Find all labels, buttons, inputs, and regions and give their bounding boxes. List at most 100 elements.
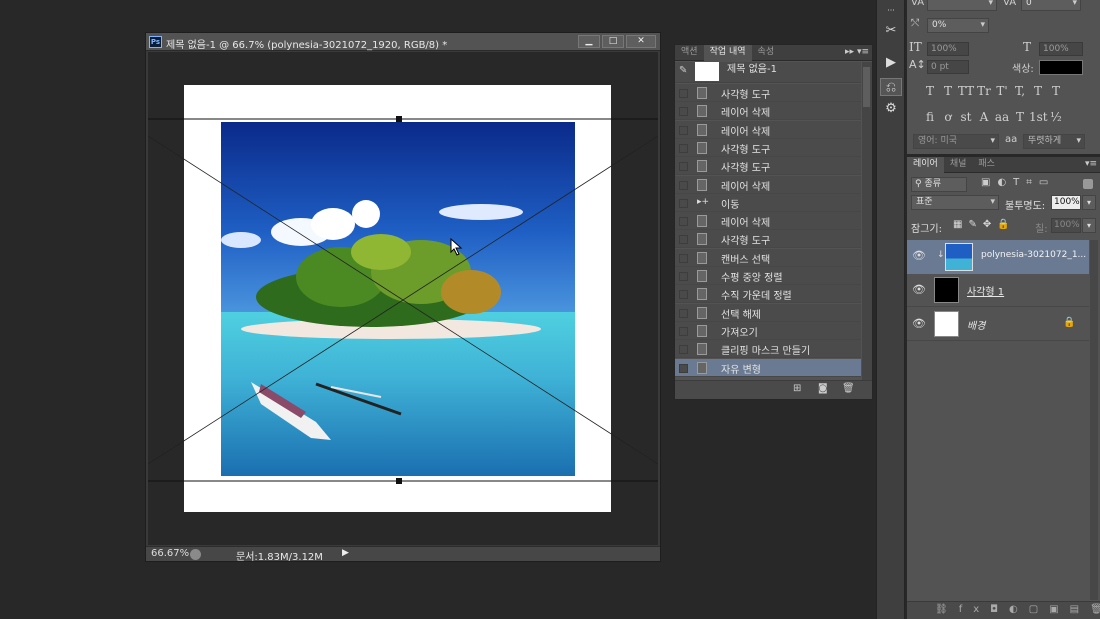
history-item[interactable]: 사각형 도구 [675, 157, 861, 176]
opacity-field[interactable]: 100% [1051, 195, 1081, 210]
history-item[interactable]: 레이어 삭제 [675, 212, 861, 231]
history-item[interactable]: ▸+ 이동 [675, 193, 861, 212]
scale-dropdown[interactable]: 0% [927, 18, 989, 33]
text-style-button[interactable]: Tr [975, 84, 993, 98]
canvas-area[interactable] [148, 52, 658, 545]
tab-paths[interactable]: 패스 [972, 157, 1001, 173]
text-style-button[interactable]: T [1029, 84, 1047, 98]
antialias-dropdown[interactable]: 뚜렷하게 [1023, 134, 1085, 149]
history-checkbox[interactable] [679, 326, 688, 336]
opentype-button[interactable]: aa [993, 110, 1011, 124]
visibility-eye-icon[interactable]: 👁 [912, 317, 926, 331]
history-item[interactable]: 사각형 도구 [675, 230, 861, 249]
properties-icon[interactable]: ⚙ [880, 100, 902, 118]
history-checkbox[interactable] [679, 89, 688, 98]
tab-history[interactable]: 작업 내역 [703, 45, 752, 61]
history-checkbox[interactable] [679, 180, 688, 190]
layer-name[interactable]: polynesia-3021072_1... [981, 250, 1086, 260]
layers-scrollbar[interactable] [1090, 240, 1098, 600]
filter-icons[interactable]: ▣◐T⌗▭ [981, 177, 1055, 188]
opentype-buttons[interactable]: fi ơ st Aaa T 1st ½ [921, 110, 1091, 126]
tab-properties[interactable]: 속성 [752, 45, 781, 61]
layers-panel[interactable]: 레이어채널패스 ▾≡ ⚲ 종류 ▣◐T⌗▭ 표준 불투명도: 100% ▾ 잠그… [907, 157, 1100, 619]
tools-icon[interactable]: ✂ [880, 22, 902, 40]
horizontal-scale-field[interactable]: 100% [1039, 42, 1083, 56]
history-checkbox[interactable] [679, 253, 688, 263]
baseline-shift-field[interactable]: 0 pt [927, 60, 969, 74]
text-style-button[interactable]: TT [957, 84, 975, 98]
layer-name[interactable]: 배경 [967, 317, 985, 332]
trash-icon[interactable]: 🗑 [842, 383, 855, 394]
new-document-from-state-icon[interactable]: ⊞ [793, 383, 801, 394]
history-item[interactable]: 클리핑 마스크 만들기 [675, 340, 861, 359]
history-snapshot[interactable]: ✎ 제목 없음-1 [675, 62, 861, 83]
history-item[interactable]: 캔버스 선택 [675, 248, 861, 267]
history-panel[interactable]: 액션 작업 내역 속성 ▸▸ ▾≡ ✎ 제목 없음-1 사각형 도구 레이어 삭제 레이… [674, 44, 873, 400]
language-dropdown[interactable]: 영어: 미국 [913, 134, 999, 149]
history-list[interactable]: 사각형 도구 레이어 삭제 레이어 삭제 사각형 도구 사각형 도구 레이어 삭제 ▸+ 이동… [675, 84, 861, 379]
history-checkbox[interactable] [679, 308, 688, 318]
zoom-level[interactable]: 66.67% [151, 548, 189, 559]
history-checkbox[interactable] [679, 345, 688, 355]
layer-row-background[interactable]: 👁 배경 🔒 [907, 308, 1089, 341]
minimize-button[interactable]: ▁ [578, 35, 600, 48]
camera-icon[interactable]: ◙ [818, 383, 828, 394]
history-checkbox[interactable] [679, 272, 688, 281]
text-style-button[interactable]: T' [993, 84, 1011, 98]
text-style-button[interactable]: T [1047, 84, 1065, 98]
tab-actions[interactable]: 액션 [675, 45, 704, 61]
character-panel[interactable]: VA VA 0 ⤲ 0% IT 100% T 100% A↕ 0 pt 색상: … [907, 0, 1100, 154]
layer-row-rectangle[interactable]: 👁 사각형 1 [907, 274, 1089, 307]
info-icon[interactable] [190, 549, 201, 560]
history-checkbox[interactable] [679, 217, 688, 227]
history-checkbox[interactable] [679, 162, 688, 172]
history-checkbox[interactable] [679, 198, 688, 208]
history-checkbox[interactable] [679, 235, 688, 245]
text-style-button[interactable]: T [939, 84, 957, 98]
opentype-button[interactable]: fi [921, 110, 939, 124]
filter-toggle-icon[interactable] [1083, 179, 1093, 189]
history-item[interactable]: 레이어 삭제 [675, 120, 861, 139]
history-item[interactable]: 사각형 도구 [675, 138, 861, 157]
tab-channels[interactable]: 채널 [944, 157, 973, 173]
tab-layers[interactable]: 레이어 [907, 157, 944, 173]
opentype-button[interactable]: T [1011, 110, 1029, 124]
opentype-button[interactable]: 1st [1029, 110, 1048, 124]
opentype-button[interactable]: st [957, 110, 975, 124]
document-window[interactable]: Ps 제목 없음-1 @ 66.7% (polynesia-3021072_19… [145, 32, 661, 563]
play-icon[interactable]: ▶ [880, 54, 902, 72]
history-item[interactable]: 레이어 삭제 [675, 175, 861, 194]
panel-menu-icon[interactable]: ▾≡ [1085, 159, 1097, 169]
vertical-scale-field[interactable]: 100% [927, 42, 969, 56]
opentype-button[interactable]: ơ [939, 110, 957, 124]
layer-row-polynesia[interactable]: 👁 ↓ polynesia-3021072_1... [907, 240, 1089, 274]
history-checkbox[interactable] [679, 363, 688, 373]
history-item[interactable]: 수평 중앙 정렬 [675, 267, 861, 285]
maximize-button[interactable]: □ [602, 35, 624, 48]
close-button[interactable]: ✕ [626, 35, 656, 48]
history-checkbox[interactable] [679, 107, 688, 117]
fill-field[interactable]: 100% [1051, 218, 1081, 233]
opacity-dropdown-arrow-icon[interactable]: ▾ [1082, 195, 1096, 210]
history-item[interactable]: 선택 해제 [675, 303, 861, 322]
history-icon[interactable]: ⎌ [880, 78, 902, 96]
history-checkbox[interactable] [679, 290, 688, 300]
text-style-button[interactable]: T [921, 84, 939, 98]
lock-icons[interactable]: ▦✎✥🔒 [953, 219, 1016, 230]
history-item[interactable]: 가져오기 [675, 321, 861, 340]
transform-bounding-box[interactable] [148, 52, 658, 545]
collapse-panel-icon[interactable]: ▸▸ [845, 47, 854, 57]
text-color-swatch[interactable] [1039, 60, 1083, 75]
status-menu-arrow-icon[interactable]: ▶ [342, 548, 349, 558]
layer-name[interactable]: 사각형 1 [967, 283, 1004, 298]
panel-menu-icon[interactable]: ▾≡ [857, 47, 869, 57]
history-item[interactable]: 수직 가운데 정렬 [675, 285, 861, 304]
text-style-buttons[interactable]: T T TT Tr T' T, T T [921, 84, 1091, 100]
visibility-eye-icon[interactable]: 👁 [912, 249, 926, 262]
history-item[interactable]: 사각형 도구 [675, 84, 861, 102]
tracking-dropdown[interactable] [927, 0, 997, 11]
document-title-bar[interactable]: Ps 제목 없음-1 @ 66.7% (polynesia-3021072_19… [146, 33, 660, 51]
history-scrollbar[interactable] [862, 62, 872, 380]
opentype-button[interactable]: A [975, 110, 993, 124]
layer-filter-dropdown[interactable]: ⚲ 종류 [911, 177, 967, 192]
